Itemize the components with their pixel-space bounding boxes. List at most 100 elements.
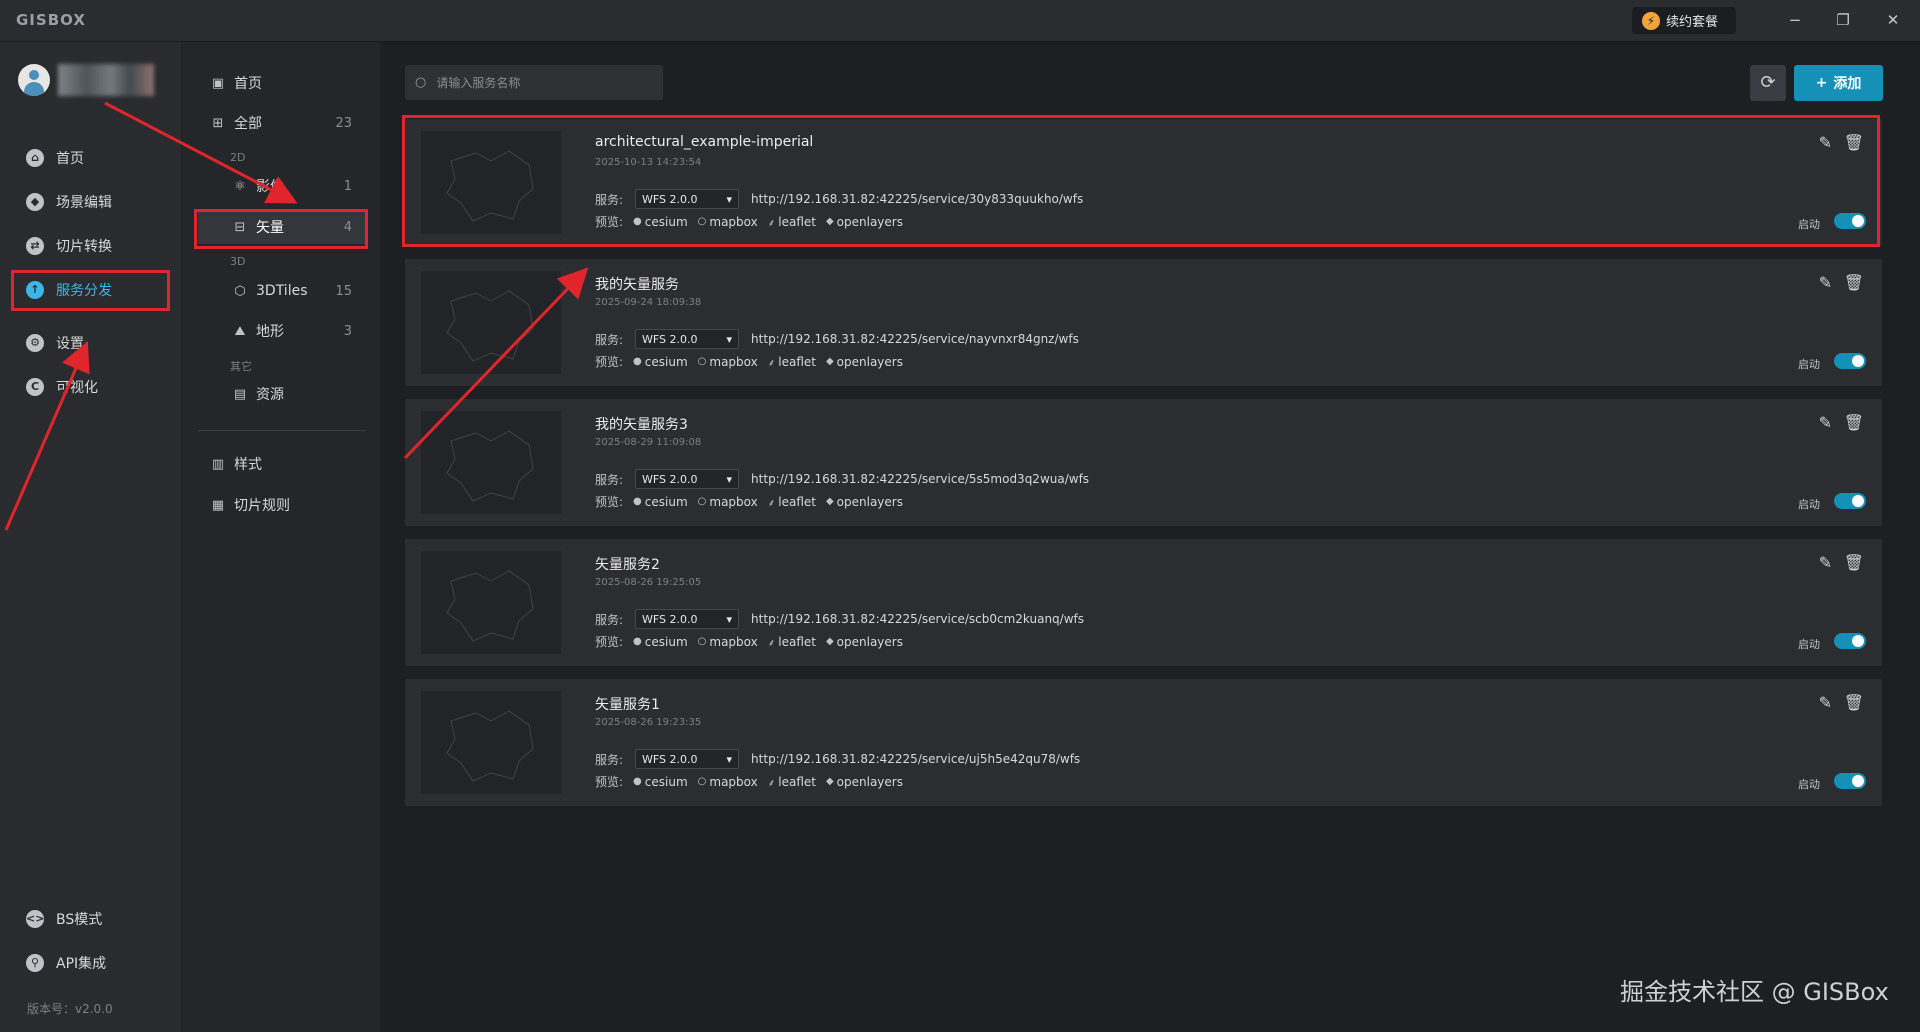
version-select[interactable]: WFS 2.0.0 ▾ (635, 189, 740, 209)
edit-icon[interactable]: ✎ (1819, 693, 1832, 712)
gear-icon: ⚙ (26, 334, 44, 352)
service-date: 2025-09-24 18:09:38 (595, 297, 702, 308)
preview-openlayers[interactable]: ◆ openlayers (826, 495, 903, 509)
openlayers-icon: ◆ (825, 776, 834, 787)
sidebar-item-api[interactable]: ⚲ API集成 (12, 945, 169, 981)
trash-icon[interactable]: 🗑 (1844, 693, 1864, 712)
preview-label: 预览: (595, 635, 624, 649)
enable-toggle[interactable] (1834, 353, 1866, 369)
service-url[interactable]: http://192.168.31.82:42225/service/uj5h5… (751, 752, 1080, 766)
service-url[interactable]: http://192.168.31.82:42225/service/scb0c… (751, 612, 1084, 626)
trash-icon[interactable]: 🗑 (1844, 273, 1864, 292)
subnav-terrain[interactable]: ⛰ 地形 3 (198, 314, 366, 348)
preview-leaflet[interactable]: ⸙ leaflet (768, 495, 816, 509)
avatar[interactable] (18, 64, 50, 96)
edit-icon[interactable]: ✎ (1819, 413, 1832, 432)
preview-mapbox[interactable]: ○ mapbox (698, 635, 758, 649)
caret-down-icon: ▾ (726, 192, 733, 206)
preview-cesium[interactable]: ● cesium (633, 495, 688, 509)
map-thumbnail[interactable] (421, 271, 561, 374)
subnav-3dtiles[interactable]: ⬡ 3DTiles 15 (198, 274, 366, 308)
map-thumbnail[interactable] (421, 551, 561, 654)
preview-openlayers[interactable]: ◆ openlayers (826, 355, 903, 369)
add-button[interactable]: + 添加 (1794, 65, 1883, 101)
enable-toggle[interactable] (1834, 773, 1866, 789)
enable-toggle[interactable] (1834, 493, 1866, 509)
preview-mapbox[interactable]: ○ mapbox (698, 355, 758, 369)
preview-link-label: cesium (644, 354, 688, 369)
satellite-icon: ⚛ (234, 178, 246, 194)
version-select[interactable]: WFS 2.0.0 ▾ (635, 469, 740, 489)
map-thumbnail[interactable] (421, 691, 561, 794)
service-card: 我的矢量服务3 2025-08-29 11:09:08 服务: WFS 2.0.0 ▾ h… (405, 399, 1882, 526)
restore-button[interactable]: ❐ (1828, 9, 1858, 31)
preview-cesium[interactable]: ● cesium (633, 215, 688, 229)
preview-openlayers[interactable]: ◆ openlayers (826, 775, 903, 789)
sidebar-item-tile-convert[interactable]: ⇄ 切片转换 (12, 228, 169, 264)
map-thumbnail[interactable] (421, 411, 561, 514)
sidebar-item-scene-edit[interactable]: ◆ 场景编辑 (12, 184, 169, 220)
version-select[interactable]: WFS 2.0.0 ▾ (635, 609, 740, 629)
preview-cesium[interactable]: ● cesium (633, 775, 688, 789)
preview-link-label: mapbox (709, 774, 758, 789)
preview-link-label: leaflet (778, 494, 816, 509)
style-icon: ▥ (211, 456, 225, 472)
sidebar-item-bs-mode[interactable]: <> BS模式 (12, 901, 169, 937)
preview-label: 预览: (595, 775, 624, 789)
preview-mapbox[interactable]: ○ mapbox (698, 215, 758, 229)
service-label: 服务: (595, 752, 624, 767)
edit-icon[interactable]: ✎ (1819, 133, 1832, 152)
subnav-label: 样式 (234, 457, 262, 473)
subnav-resources[interactable]: ▤ 资源 (198, 377, 366, 411)
subnav-tile-rules[interactable]: ▦ 切片规则 (198, 488, 366, 522)
subnav-label: 矢量 (256, 220, 284, 236)
version-select[interactable]: WFS 2.0.0 ▾ (635, 749, 740, 769)
service-url[interactable]: http://192.168.31.82:42225/service/5s5mo… (751, 472, 1089, 486)
preview-leaflet[interactable]: ⸙ leaflet (768, 355, 816, 369)
sidebar-item-label: 首页 (56, 151, 84, 167)
trash-icon[interactable]: 🗑 (1844, 133, 1864, 152)
refresh-button[interactable]: ⟳ (1750, 65, 1786, 101)
service-name: 矢量服务2 (595, 557, 660, 573)
preview-link-label: openlayers (836, 214, 903, 229)
search-input[interactable] (434, 74, 649, 91)
service-url[interactable]: http://192.168.31.82:42225/service/nayvn… (751, 332, 1079, 346)
preview-leaflet[interactable]: ⸙ leaflet (768, 775, 816, 789)
enable-toggle[interactable] (1834, 213, 1866, 229)
edit-icon[interactable]: ✎ (1819, 553, 1832, 572)
service-url[interactable]: http://192.168.31.82:42225/service/30y83… (751, 192, 1083, 206)
trash-icon[interactable]: 🗑 (1844, 553, 1864, 572)
subnav-home[interactable]: ▣ 首页 (198, 66, 366, 100)
sidebar-item-home[interactable]: ⌂ 首页 (12, 140, 169, 176)
subnav-imagery[interactable]: ⚛ 影像 1 (198, 169, 366, 203)
search-box[interactable]: ○ (405, 65, 663, 100)
map-thumbnail[interactable] (421, 131, 561, 234)
sidebar-item-visualization[interactable]: C 可视化 (12, 369, 169, 405)
cesium-icon: ● (633, 216, 642, 227)
caret-down-icon: ▾ (726, 612, 733, 626)
preview-leaflet[interactable]: ⸙ leaflet (768, 215, 816, 229)
sidebar-item-label: 场景编辑 (56, 195, 112, 211)
renew-plan-button[interactable]: ⚡ 续约套餐 (1632, 7, 1736, 34)
sidebar-item-service-publish[interactable]: ↑ 服务分发 (12, 272, 169, 308)
preview-cesium[interactable]: ● cesium (633, 355, 688, 369)
close-button[interactable]: ✕ (1878, 9, 1908, 31)
preview-openlayers[interactable]: ◆ openlayers (826, 215, 903, 229)
edit-icon[interactable]: ✎ (1819, 273, 1832, 292)
preview-cesium[interactable]: ● cesium (633, 635, 688, 649)
service-row: 服务: WFS 2.0.0 ▾ http://192.168.31.82:42225/… (595, 469, 1089, 489)
preview-leaflet[interactable]: ⸙ leaflet (768, 635, 816, 649)
version-select[interactable]: WFS 2.0.0 ▾ (635, 329, 740, 349)
preview-link-label: leaflet (778, 214, 816, 229)
subnav-all[interactable]: ⊞ 全部 23 (198, 106, 366, 140)
subnav-style[interactable]: ▥ 样式 (198, 447, 366, 481)
enable-toggle[interactable] (1834, 633, 1866, 649)
preview-mapbox[interactable]: ○ mapbox (698, 775, 758, 789)
sidebar-item-settings[interactable]: ⚙ 设置 (12, 325, 169, 361)
subnav-vector[interactable]: ⊟ 矢量 4 (198, 210, 366, 244)
preview-openlayers[interactable]: ◆ openlayers (826, 635, 903, 649)
caret-down-icon: ▾ (726, 472, 733, 486)
trash-icon[interactable]: 🗑 (1844, 413, 1864, 432)
preview-mapbox[interactable]: ○ mapbox (698, 495, 758, 509)
minimize-button[interactable]: − (1780, 9, 1810, 31)
